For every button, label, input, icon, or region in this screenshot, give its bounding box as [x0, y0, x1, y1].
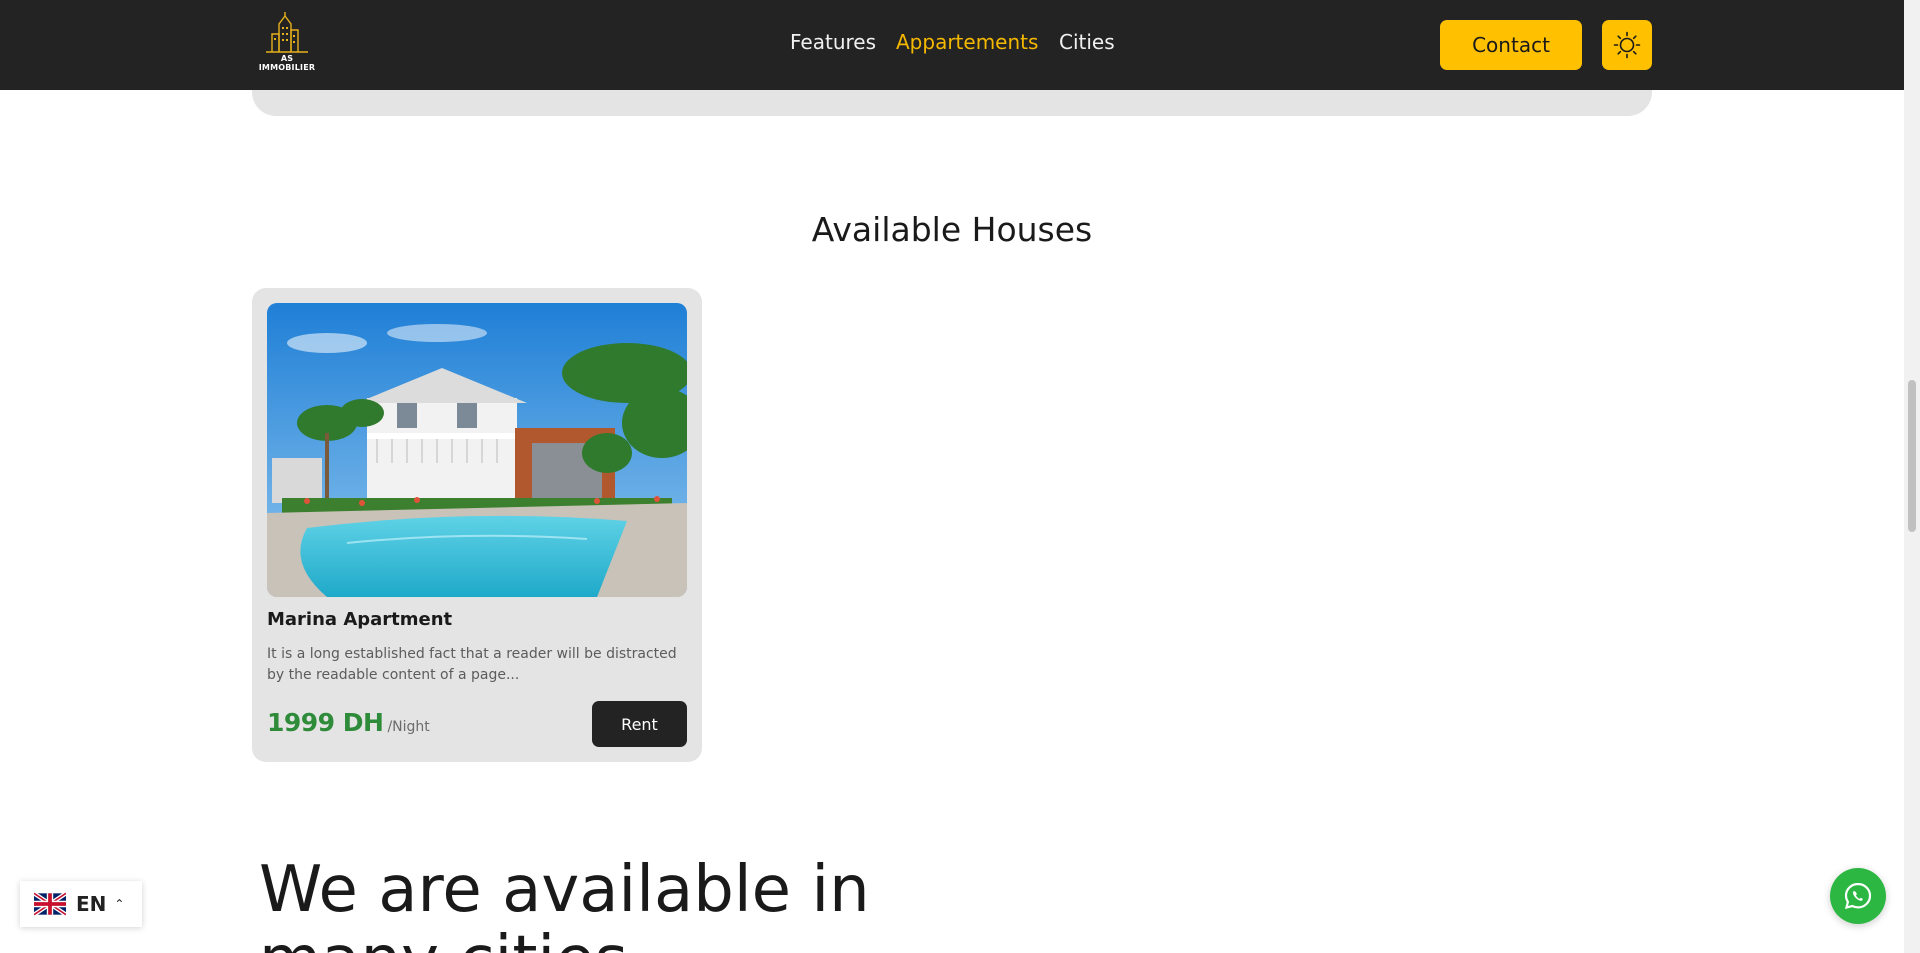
house-title[interactable]: Marina Apartment	[267, 609, 452, 630]
sun-icon	[1613, 31, 1641, 59]
price-unit: /Night	[387, 719, 430, 735]
scrollbar-thumb[interactable]	[1908, 380, 1916, 532]
chevron-up-icon: ⌃	[114, 897, 125, 911]
section-title: Available Houses	[811, 210, 1093, 249]
whatsapp-icon	[1844, 882, 1872, 910]
language-code: EN	[76, 892, 107, 916]
previous-section-panel	[252, 60, 1652, 116]
cities-heading: We are available in many cities	[259, 853, 870, 953]
building-logo-icon	[266, 12, 308, 53]
price-value: 1999 DH	[267, 708, 384, 737]
nav-cities[interactable]: Cities	[1059, 30, 1115, 54]
house-photo	[267, 303, 687, 597]
house-price: 1999 DH /Night	[267, 708, 430, 737]
house-image[interactable]	[267, 303, 687, 597]
rent-button[interactable]: Rent	[592, 701, 687, 747]
house-description: It is a long established fact that a rea…	[267, 646, 677, 683]
uk-flag-icon	[34, 892, 66, 916]
nav-features[interactable]: Features	[790, 30, 876, 54]
nav-appartements[interactable]: Appartements	[896, 30, 1038, 54]
whatsapp-button[interactable]	[1830, 868, 1886, 924]
page-scrollbar[interactable]	[1904, 0, 1920, 953]
house-card: Marina Apartment It is a long establishe…	[252, 288, 702, 762]
language-selector[interactable]: EN ⌃	[20, 881, 142, 927]
